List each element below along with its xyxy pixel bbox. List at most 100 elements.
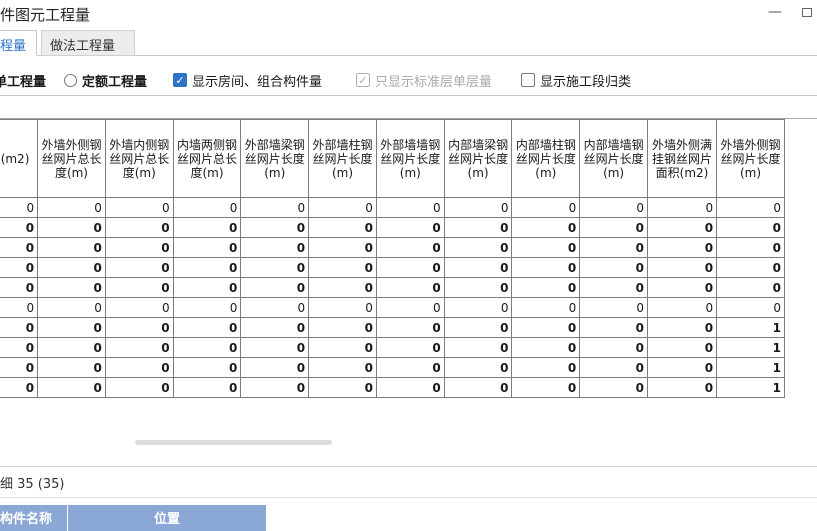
table-cell[interactable]: 0 (308, 317, 377, 338)
table-cell[interactable]: 0 (0, 197, 39, 218)
table-cell[interactable]: 0 (511, 197, 581, 218)
table-cell[interactable]: 0 (511, 217, 581, 238)
table-cell[interactable]: 0 (443, 337, 513, 358)
table-cell[interactable]: 0 (37, 377, 106, 398)
column-header[interactable]: 内部墙梁钢丝网片长度(m) (443, 119, 513, 198)
table-cell[interactable]: 0 (375, 337, 445, 358)
table-cell[interactable]: 0 (511, 337, 581, 358)
quantity-grid[interactable]: 面积(m2) 外墙外侧钢丝网片总长度(m) 外墙内侧钢丝网片总长度(m) 内墙两… (0, 118, 817, 438)
table-cell[interactable]: 0 (716, 277, 785, 298)
table-cell[interactable]: 0 (579, 297, 648, 318)
table-cell[interactable]: 0 (0, 277, 39, 298)
table-cell[interactable]: 0 (308, 217, 377, 238)
table-cell[interactable]: 0 (443, 257, 513, 278)
table-cell[interactable]: 0 (240, 257, 310, 278)
table-cell[interactable]: 0 (579, 377, 648, 398)
table-cell[interactable]: 0 (375, 317, 445, 338)
table-cell[interactable]: 0 (308, 277, 377, 298)
maximize-button[interactable] (796, 4, 817, 22)
table-cell[interactable]: 0 (37, 277, 106, 298)
table-cell[interactable]: 0 (716, 297, 785, 318)
table-cell[interactable]: 0 (646, 217, 718, 238)
table-row[interactable]: 000000000001 (0, 357, 785, 378)
table-cell[interactable]: 0 (375, 297, 445, 318)
table-cell[interactable]: 0 (511, 317, 581, 338)
table-cell[interactable]: 0 (308, 377, 377, 398)
column-header[interactable]: 内部墙柱钢丝网片长度(m) (511, 119, 581, 198)
table-row[interactable]: 000000000000 (0, 197, 785, 218)
table-cell[interactable]: 0 (375, 277, 445, 298)
table-cell[interactable]: 0 (716, 237, 785, 258)
table-cell[interactable]: 0 (511, 277, 581, 298)
table-cell[interactable]: 0 (240, 237, 310, 258)
table-cell[interactable]: 0 (646, 377, 718, 398)
table-cell[interactable]: 0 (579, 357, 648, 378)
table-cell[interactable]: 0 (172, 257, 242, 278)
option-construction-section[interactable]: 显示施工段归类 (521, 71, 631, 90)
table-cell[interactable]: 0 (172, 357, 242, 378)
table-cell[interactable]: 0 (646, 257, 718, 278)
table-cell[interactable]: 0 (240, 377, 310, 398)
column-header[interactable]: 外墙外侧满挂钢丝网片面积(m2) (646, 119, 718, 198)
column-header[interactable]: 外墙外侧钢丝网片长度(m) (716, 119, 785, 198)
column-header[interactable]: 外部墙梁钢丝网片长度(m) (240, 119, 310, 198)
table-cell[interactable]: 0 (308, 337, 377, 358)
table-cell[interactable]: 0 (37, 237, 106, 258)
option-quota-quantity[interactable]: 定额工程量 (64, 71, 147, 90)
table-cell[interactable]: 0 (443, 237, 513, 258)
table-cell[interactable]: 0 (104, 337, 174, 358)
table-cell[interactable]: 0 (579, 217, 648, 238)
table-cell[interactable]: 0 (511, 357, 581, 378)
table-cell[interactable]: 0 (375, 217, 445, 238)
table-cell[interactable]: 0 (172, 197, 242, 218)
table-cell[interactable]: 0 (240, 317, 310, 338)
table-cell[interactable]: 0 (443, 357, 513, 378)
table-cell[interactable]: 0 (375, 257, 445, 278)
table-row[interactable]: 000000000000 (0, 237, 785, 258)
table-cell[interactable]: 0 (375, 357, 445, 378)
table-row[interactable]: 000000000000 (0, 257, 785, 278)
table-cell[interactable]: 0 (646, 317, 718, 338)
table-cell[interactable]: 0 (646, 277, 718, 298)
detail-header-name[interactable]: 构件名称 (0, 505, 67, 531)
table-cell[interactable]: 1 (716, 357, 785, 378)
table-cell[interactable]: 0 (716, 197, 785, 218)
table-cell[interactable]: 0 (240, 277, 310, 298)
table-cell[interactable]: 0 (443, 317, 513, 338)
table-cell[interactable]: 0 (104, 217, 174, 238)
table-cell[interactable]: 0 (308, 197, 377, 218)
table-cell[interactable]: 0 (579, 257, 648, 278)
table-cell[interactable]: 0 (37, 357, 106, 378)
column-header[interactable]: 外墙外侧钢丝网片总长度(m) (37, 119, 106, 198)
table-cell[interactable]: 0 (172, 377, 242, 398)
table-row[interactable]: 000000000000 (0, 297, 785, 318)
table-cell[interactable]: 0 (172, 317, 242, 338)
table-cell[interactable]: 0 (443, 197, 513, 218)
minimize-button[interactable]: — (764, 4, 786, 22)
table-cell[interactable]: 0 (0, 357, 39, 378)
detail-header-position[interactable]: 位置 (68, 505, 266, 531)
table-cell[interactable]: 0 (646, 337, 718, 358)
table-cell[interactable]: 1 (716, 377, 785, 398)
table-cell[interactable]: 0 (646, 197, 718, 218)
table-cell[interactable]: 0 (172, 217, 242, 238)
table-cell[interactable]: 0 (443, 297, 513, 318)
table-cell[interactable]: 0 (37, 317, 106, 338)
table-cell[interactable]: 0 (240, 217, 310, 238)
table-cell[interactable]: 0 (37, 337, 106, 358)
table-cell[interactable]: 0 (375, 377, 445, 398)
table-cell[interactable]: 0 (308, 357, 377, 378)
table-cell[interactable]: 0 (104, 237, 174, 258)
option-show-rooms[interactable]: ✓ 显示房间、组合构件量 (173, 71, 322, 90)
table-cell[interactable]: 0 (375, 237, 445, 258)
table-cell[interactable]: 0 (104, 297, 174, 318)
table-cell[interactable]: 0 (646, 297, 718, 318)
column-header[interactable]: 面积(m2) (0, 119, 39, 198)
table-cell[interactable]: 0 (579, 237, 648, 258)
table-cell[interactable]: 0 (37, 297, 106, 318)
table-row[interactable]: 000000000000 (0, 217, 785, 238)
table-cell[interactable]: 0 (716, 257, 785, 278)
table-cell[interactable]: 0 (0, 217, 39, 238)
table-cell[interactable]: 0 (511, 377, 581, 398)
table-cell[interactable]: 0 (443, 377, 513, 398)
